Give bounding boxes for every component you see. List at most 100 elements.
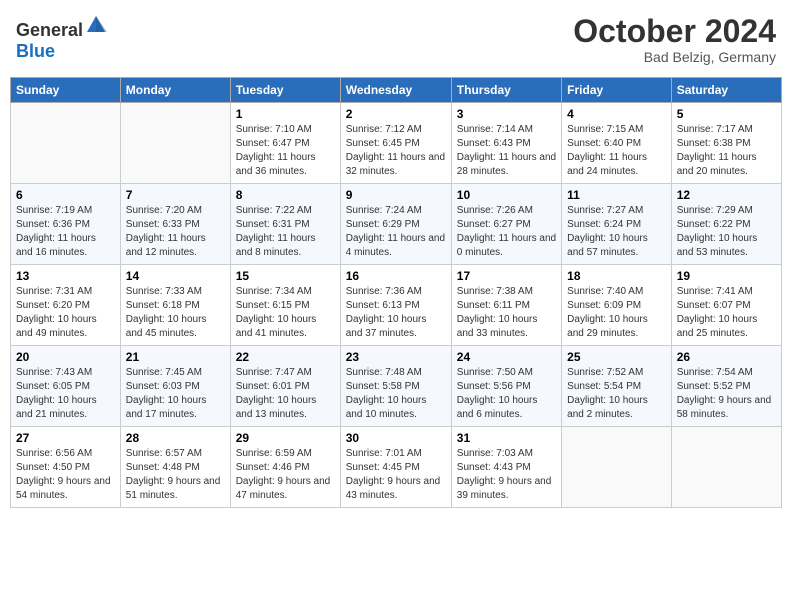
month-title: October 2024 (573, 14, 776, 49)
calendar-cell (11, 103, 121, 184)
day-number: 12 (677, 188, 776, 202)
day-detail: Sunrise: 7:14 AMSunset: 6:43 PMDaylight:… (457, 124, 556, 177)
day-detail: Sunrise: 7:50 AMSunset: 5:56 PMDaylight:… (457, 367, 538, 420)
day-number: 17 (457, 269, 556, 283)
calendar-cell: 4 Sunrise: 7:15 AMSunset: 6:40 PMDayligh… (562, 103, 672, 184)
day-number: 10 (457, 188, 556, 202)
day-detail: Sunrise: 7:03 AMSunset: 4:43 PMDaylight:… (457, 448, 552, 501)
calendar-cell: 1 Sunrise: 7:10 AMSunset: 6:47 PMDayligh… (230, 103, 340, 184)
weekday-header-tuesday: Tuesday (230, 78, 340, 103)
day-number: 7 (126, 188, 225, 202)
day-number: 3 (457, 107, 556, 121)
logo: General Blue (16, 14, 107, 62)
weekday-header-wednesday: Wednesday (340, 78, 451, 103)
day-number: 19 (677, 269, 776, 283)
day-number: 18 (567, 269, 666, 283)
calendar-cell: 25 Sunrise: 7:52 AMSunset: 5:54 PMDaylig… (562, 346, 672, 427)
weekday-header-sunday: Sunday (11, 78, 121, 103)
day-detail: Sunrise: 7:31 AMSunset: 6:20 PMDaylight:… (16, 286, 97, 339)
calendar-week-row: 1 Sunrise: 7:10 AMSunset: 6:47 PMDayligh… (11, 103, 782, 184)
day-detail: Sunrise: 7:33 AMSunset: 6:18 PMDaylight:… (126, 286, 207, 339)
calendar-cell: 18 Sunrise: 7:40 AMSunset: 6:09 PMDaylig… (562, 265, 672, 346)
day-number: 9 (346, 188, 446, 202)
day-number: 20 (16, 350, 115, 364)
day-detail: Sunrise: 6:57 AMSunset: 4:48 PMDaylight:… (126, 448, 221, 501)
day-number: 16 (346, 269, 446, 283)
day-detail: Sunrise: 7:22 AMSunset: 6:31 PMDaylight:… (236, 205, 316, 258)
calendar-cell: 13 Sunrise: 7:31 AMSunset: 6:20 PMDaylig… (11, 265, 121, 346)
weekday-header-row: SundayMondayTuesdayWednesdayThursdayFrid… (11, 78, 782, 103)
day-detail: Sunrise: 7:27 AMSunset: 6:24 PMDaylight:… (567, 205, 648, 258)
day-number: 2 (346, 107, 446, 121)
day-number: 28 (126, 431, 225, 445)
day-number: 15 (236, 269, 335, 283)
day-detail: Sunrise: 7:20 AMSunset: 6:33 PMDaylight:… (126, 205, 206, 258)
day-number: 13 (16, 269, 115, 283)
day-detail: Sunrise: 7:52 AMSunset: 5:54 PMDaylight:… (567, 367, 648, 420)
day-detail: Sunrise: 7:34 AMSunset: 6:15 PMDaylight:… (236, 286, 317, 339)
day-number: 24 (457, 350, 556, 364)
day-detail: Sunrise: 7:26 AMSunset: 6:27 PMDaylight:… (457, 205, 556, 258)
logo-blue: Blue (16, 41, 55, 61)
calendar-cell: 3 Sunrise: 7:14 AMSunset: 6:43 PMDayligh… (451, 103, 561, 184)
calendar-cell: 7 Sunrise: 7:20 AMSunset: 6:33 PMDayligh… (120, 184, 230, 265)
day-detail: Sunrise: 7:19 AMSunset: 6:36 PMDaylight:… (16, 205, 96, 258)
day-detail: Sunrise: 7:36 AMSunset: 6:13 PMDaylight:… (346, 286, 427, 339)
day-number: 26 (677, 350, 776, 364)
calendar-week-row: 20 Sunrise: 7:43 AMSunset: 6:05 PMDaylig… (11, 346, 782, 427)
weekday-header-saturday: Saturday (671, 78, 781, 103)
day-detail: Sunrise: 7:38 AMSunset: 6:11 PMDaylight:… (457, 286, 538, 339)
day-number: 23 (346, 350, 446, 364)
calendar-cell (120, 103, 230, 184)
day-detail: Sunrise: 7:45 AMSunset: 6:03 PMDaylight:… (126, 367, 207, 420)
day-number: 25 (567, 350, 666, 364)
day-number: 21 (126, 350, 225, 364)
day-detail: Sunrise: 7:12 AMSunset: 6:45 PMDaylight:… (346, 124, 445, 177)
calendar-cell: 8 Sunrise: 7:22 AMSunset: 6:31 PMDayligh… (230, 184, 340, 265)
calendar-cell: 15 Sunrise: 7:34 AMSunset: 6:15 PMDaylig… (230, 265, 340, 346)
day-number: 5 (677, 107, 776, 121)
calendar-cell: 14 Sunrise: 7:33 AMSunset: 6:18 PMDaylig… (120, 265, 230, 346)
page-header: General Blue October 2024 Bad Belzig, Ge… (10, 10, 782, 69)
day-detail: Sunrise: 7:41 AMSunset: 6:07 PMDaylight:… (677, 286, 758, 339)
calendar-cell: 12 Sunrise: 7:29 AMSunset: 6:22 PMDaylig… (671, 184, 781, 265)
day-number: 1 (236, 107, 335, 121)
day-detail: Sunrise: 7:47 AMSunset: 6:01 PMDaylight:… (236, 367, 317, 420)
calendar-cell: 6 Sunrise: 7:19 AMSunset: 6:36 PMDayligh… (11, 184, 121, 265)
day-number: 31 (457, 431, 556, 445)
day-number: 11 (567, 188, 666, 202)
day-number: 29 (236, 431, 335, 445)
day-detail: Sunrise: 7:54 AMSunset: 5:52 PMDaylight:… (677, 367, 772, 420)
calendar-cell: 20 Sunrise: 7:43 AMSunset: 6:05 PMDaylig… (11, 346, 121, 427)
calendar-cell: 11 Sunrise: 7:27 AMSunset: 6:24 PMDaylig… (562, 184, 672, 265)
day-detail: Sunrise: 7:15 AMSunset: 6:40 PMDaylight:… (567, 124, 647, 177)
calendar-cell: 19 Sunrise: 7:41 AMSunset: 6:07 PMDaylig… (671, 265, 781, 346)
calendar-cell: 21 Sunrise: 7:45 AMSunset: 6:03 PMDaylig… (120, 346, 230, 427)
day-detail: Sunrise: 7:29 AMSunset: 6:22 PMDaylight:… (677, 205, 758, 258)
weekday-header-monday: Monday (120, 78, 230, 103)
calendar-cell: 17 Sunrise: 7:38 AMSunset: 6:11 PMDaylig… (451, 265, 561, 346)
day-detail: Sunrise: 7:10 AMSunset: 6:47 PMDaylight:… (236, 124, 316, 177)
calendar-cell: 27 Sunrise: 6:56 AMSunset: 4:50 PMDaylig… (11, 427, 121, 508)
day-number: 14 (126, 269, 225, 283)
calendar-cell (562, 427, 672, 508)
calendar-cell: 30 Sunrise: 7:01 AMSunset: 4:45 PMDaylig… (340, 427, 451, 508)
calendar-cell: 16 Sunrise: 7:36 AMSunset: 6:13 PMDaylig… (340, 265, 451, 346)
calendar-week-row: 27 Sunrise: 6:56 AMSunset: 4:50 PMDaylig… (11, 427, 782, 508)
calendar-cell: 26 Sunrise: 7:54 AMSunset: 5:52 PMDaylig… (671, 346, 781, 427)
logo-icon (85, 14, 107, 36)
calendar-cell: 23 Sunrise: 7:48 AMSunset: 5:58 PMDaylig… (340, 346, 451, 427)
location-subtitle: Bad Belzig, Germany (573, 49, 776, 65)
calendar-table: SundayMondayTuesdayWednesdayThursdayFrid… (10, 77, 782, 508)
logo-general: General (16, 20, 83, 40)
calendar-week-row: 13 Sunrise: 7:31 AMSunset: 6:20 PMDaylig… (11, 265, 782, 346)
weekday-header-thursday: Thursday (451, 78, 561, 103)
day-number: 8 (236, 188, 335, 202)
calendar-cell: 24 Sunrise: 7:50 AMSunset: 5:56 PMDaylig… (451, 346, 561, 427)
weekday-header-friday: Friday (562, 78, 672, 103)
day-detail: Sunrise: 7:24 AMSunset: 6:29 PMDaylight:… (346, 205, 445, 258)
calendar-cell: 9 Sunrise: 7:24 AMSunset: 6:29 PMDayligh… (340, 184, 451, 265)
day-number: 22 (236, 350, 335, 364)
day-number: 27 (16, 431, 115, 445)
title-block: October 2024 Bad Belzig, Germany (573, 14, 776, 65)
